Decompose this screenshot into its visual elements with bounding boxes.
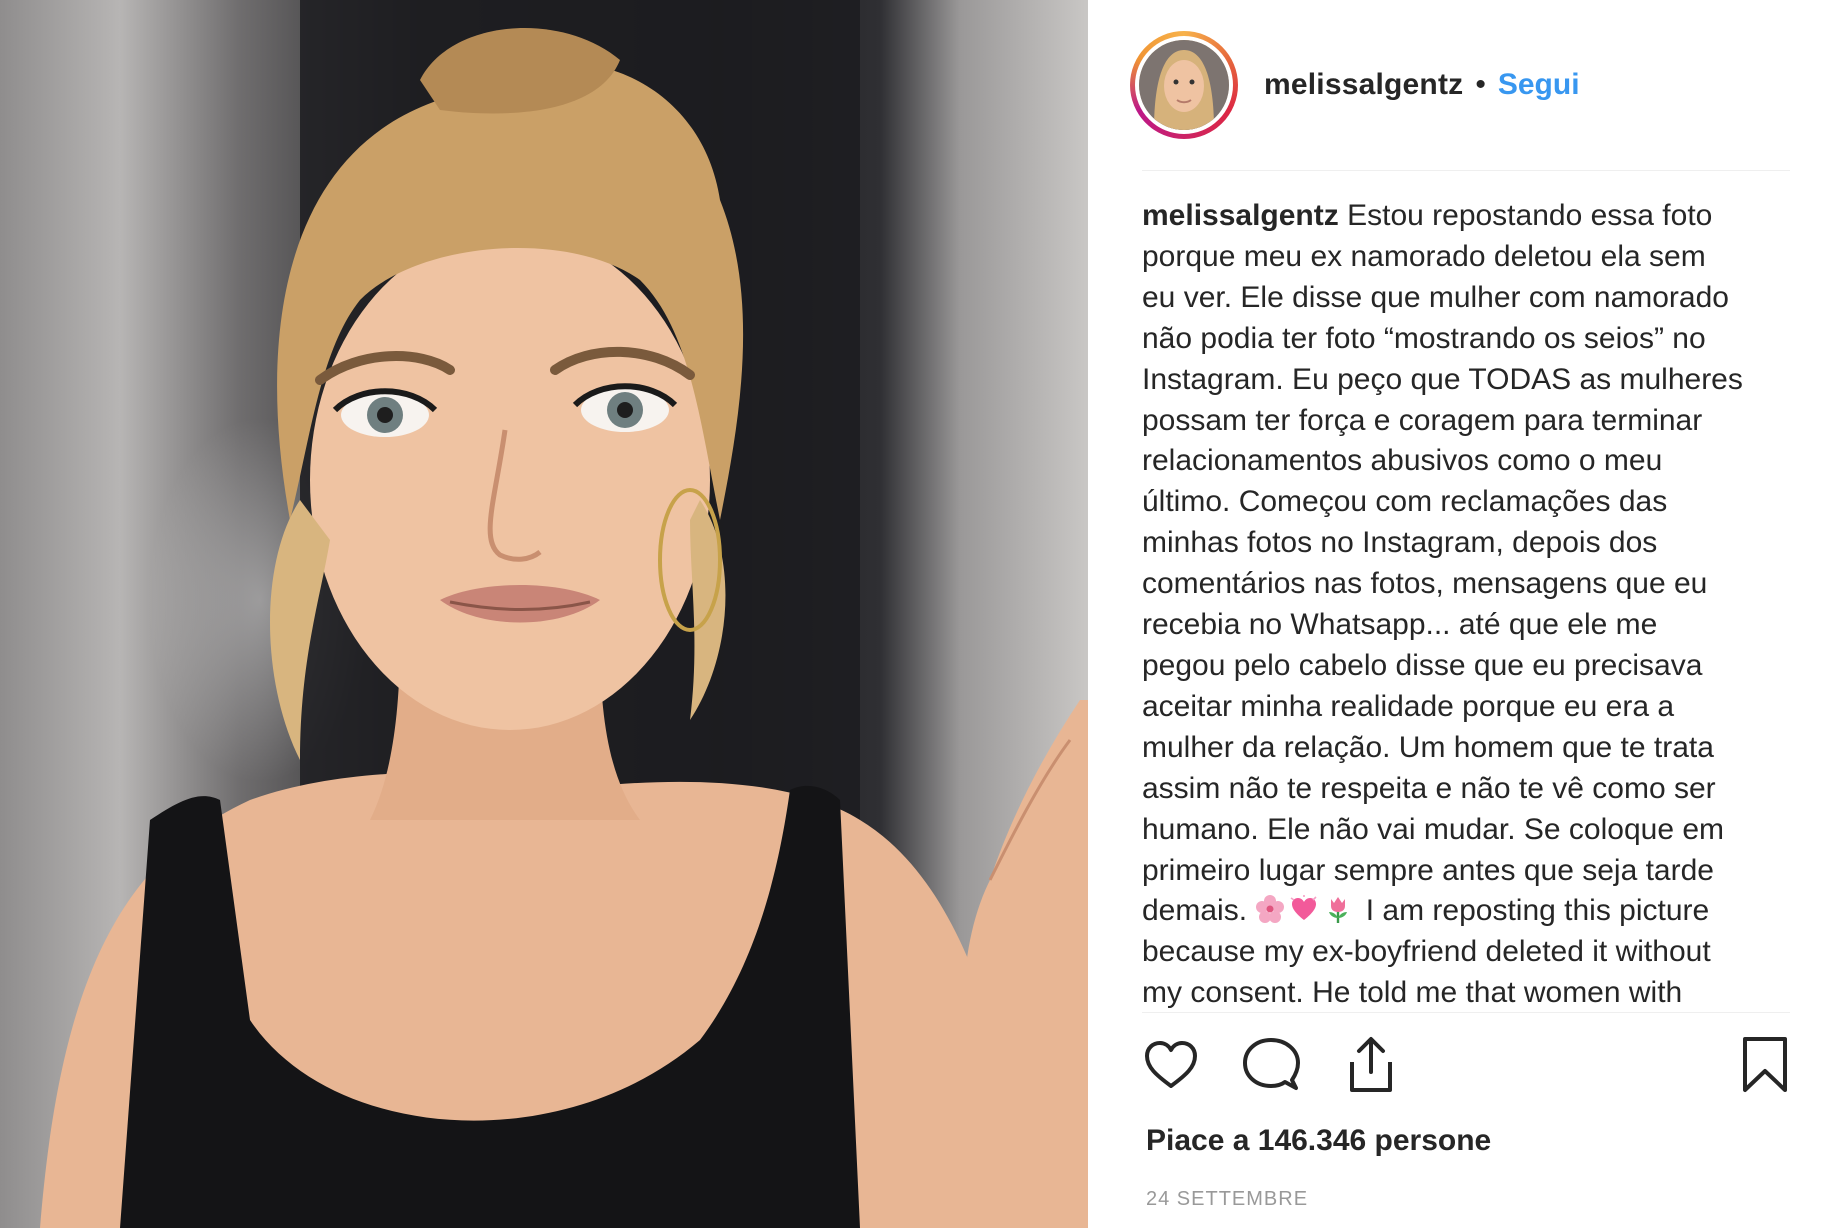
caption-line: my consent. He told me that women with (1142, 976, 1683, 1008)
portrait-illustration (40, 0, 1088, 1228)
header-separator: • (1475, 68, 1486, 101)
caption-line: minhas fotos no Instagram, depois dos (1142, 526, 1658, 560)
caption-line: comentários nas fotos, mensagens que eu (1142, 567, 1708, 601)
tulip-icon (1329, 897, 1348, 924)
avatar-story-ring[interactable] (1130, 31, 1238, 139)
caption-username[interactable]: melissalgentz (1142, 199, 1339, 232)
heart-icon (1145, 1041, 1197, 1088)
caption-line: possam ter força e coragem para terminar (1142, 403, 1703, 437)
caption-text: Estou repostando essa foto (1347, 199, 1713, 232)
instagram-post: melissalgentz • Segui melissalgentz Esto… (0, 0, 1844, 1228)
post-actions (1142, 1036, 1794, 1100)
caption-line: primeiro lugar sempre antes que seja tar… (1142, 853, 1714, 887)
caption-line: humano. Ele não vai mudar. Se coloque em (1142, 812, 1725, 846)
like-count[interactable]: Piace a 146.346 persone (1146, 1124, 1491, 1158)
caption-line: relacionamentos abusivos como o meu (1142, 444, 1663, 478)
post-side-panel: melissalgentz • Segui melissalgentz Esto… (1088, 0, 1844, 1228)
caption-line: recebia no Whatsapp... até que ele me (1142, 608, 1658, 642)
post-header: melissalgentz • Segui (1130, 30, 1810, 140)
heart-sparkle-icon (1290, 895, 1317, 921)
caption-line: pegou pelo cabelo disse que eu precisava (1142, 648, 1703, 682)
like-button[interactable] (1142, 1036, 1200, 1096)
save-button[interactable] (1736, 1036, 1794, 1096)
share-icon (1350, 1037, 1392, 1092)
caption-line: mulher da relação. Um homem que te trata (1142, 730, 1714, 764)
caption-line: assim não te respeita e não te vê como s… (1142, 771, 1716, 805)
share-button[interactable] (1342, 1036, 1400, 1096)
post-caption: melissalgentz Estou repostando essa foto… (1142, 196, 1802, 1008)
caption-line: Instagram. Eu peço que TODAS as mulheres (1142, 362, 1743, 396)
avatar-image (1139, 40, 1229, 130)
caption-line: melissalgentz Estou repostando essa foto (1142, 196, 1802, 237)
post-photo[interactable] (0, 0, 1088, 1228)
avatar[interactable] (1139, 40, 1229, 130)
comment-icon (1243, 1038, 1300, 1090)
caption-divider (1142, 1012, 1790, 1013)
caption-line: eu ver. Ele disse que mulher com namorad… (1142, 280, 1729, 314)
header-username[interactable]: melissalgentz (1264, 68, 1463, 102)
caption-line: último. Começou com reclamações das (1142, 485, 1668, 519)
bookmark-icon (1743, 1037, 1787, 1092)
caption-text: demais. (1142, 894, 1248, 928)
caption-text: I am reposting this picture (1365, 894, 1710, 928)
caption-line: aceitar minha realidade porque eu era a (1142, 689, 1675, 723)
caption-line: demais. I am reposting this picture (1142, 891, 1802, 932)
caption-line: não podia ter foto “mostrando os seios” … (1142, 321, 1706, 355)
comment-button[interactable] (1242, 1036, 1300, 1096)
follow-button[interactable]: Segui (1498, 68, 1580, 102)
caption-line: porque meu ex namorado deletou ela sem (1142, 239, 1706, 273)
header-divider (1142, 170, 1790, 171)
caption-line: because my ex-boyfriend deleted it witho… (1142, 935, 1711, 969)
cherry-blossom-icon (1256, 895, 1285, 924)
avatar-frame (1135, 36, 1233, 134)
post-date[interactable]: 24 SETTEMBRE (1146, 1188, 1308, 1211)
